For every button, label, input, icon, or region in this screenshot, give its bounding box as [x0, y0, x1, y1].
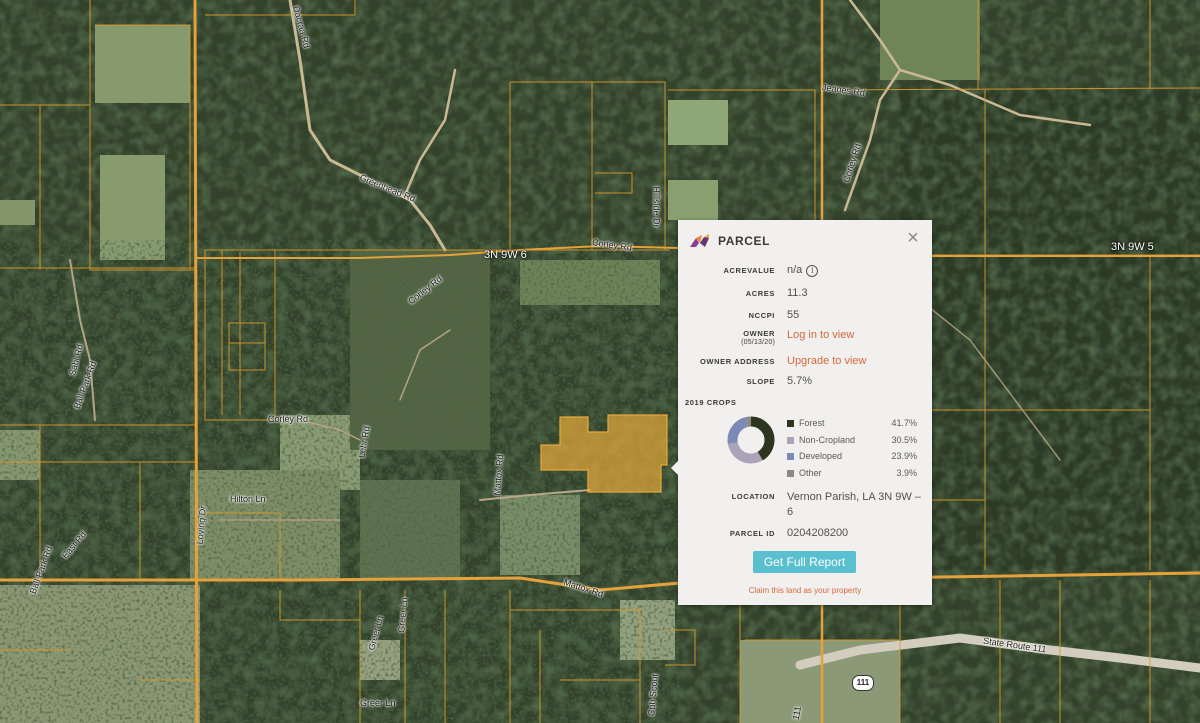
nccpi-label: NCCPI: [748, 311, 775, 320]
get-full-report-button[interactable]: Get Full Report: [753, 551, 856, 573]
parcel-id-label: PARCEL ID: [729, 529, 775, 538]
township-label-west: 3N 9W 6: [484, 249, 527, 261]
owner-label-group: OWNER (05/13/20): [741, 329, 775, 346]
acrevalue-logo-icon: [690, 234, 709, 247]
acres-value: 11.3: [787, 287, 808, 299]
acres-label: ACRES: [745, 289, 775, 298]
route-shield: 111: [852, 675, 874, 691]
legend-item: Non-Cropland 30.5%: [787, 435, 917, 452]
legend-swatch: [787, 436, 794, 444]
legend-label: Forest: [799, 418, 825, 428]
legend-item: Forest 41.7%: [787, 418, 917, 435]
legend-percent: 41.7%: [891, 418, 917, 428]
acrevalue-value: n/a: [787, 264, 803, 276]
satellite-map[interactable]: [0, 0, 1200, 723]
popup-title: PARCEL: [718, 234, 771, 248]
legend-percent: 23.9%: [891, 451, 917, 461]
legend-item: Developed 23.9%: [787, 451, 917, 468]
legend-label: Other: [799, 467, 822, 478]
crops-donut-chart: [727, 416, 775, 464]
legend-label: Non-Cropland: [799, 434, 856, 445]
acrevalue-label: ACREVALUE: [723, 266, 775, 275]
info-icon[interactable]: i: [806, 265, 819, 277]
slope-value: 5.7%: [787, 375, 813, 387]
nccpi-value: 55: [787, 309, 800, 321]
owner-label: OWNER: [743, 329, 775, 338]
owner-address-label: OWNER ADDRESS: [699, 357, 775, 366]
legend-percent: 3.9%: [896, 467, 917, 478]
location-label: LOCATION: [731, 492, 775, 501]
legend-percent: 30.5%: [891, 434, 917, 445]
legend-label: Developed: [799, 451, 843, 461]
close-icon[interactable]: ×: [905, 228, 921, 248]
parcel-id-value: 0204208200: [787, 527, 849, 539]
tree-dots: [0, 240, 680, 723]
owner-address-upgrade-link[interactable]: Upgrade to view: [787, 355, 867, 367]
legend-item: Other 3.9%: [787, 468, 917, 485]
popup-pointer: [671, 461, 678, 475]
legend-swatch: [787, 453, 794, 460]
legend-swatch: [787, 420, 794, 427]
owner-login-link[interactable]: Log in to view: [787, 329, 854, 341]
township-label-east: 3N 9W 5: [1111, 241, 1154, 253]
crops-title: 2019 CROPS: [685, 398, 737, 407]
legend-swatch: [787, 469, 794, 477]
location-value: Vernon Parish, LA 3N 9W – 6: [787, 491, 921, 518]
popup-header: PARCEL: [690, 233, 770, 249]
owner-sublabel: (05/13/20): [741, 339, 775, 346]
parcel-popup: PARCEL × ACREVALUE n/a i ACRES 11.3 NCCPI…: [671, 220, 932, 605]
claim-land-link[interactable]: Claim this land as your property: [678, 586, 932, 595]
slope-label: SLOPE: [746, 377, 775, 386]
crops-legend: Forest 41.7% Non-Cropland 30.5% Developed 23.…: [787, 418, 917, 484]
acrevalue-value-wrap: n/a i: [787, 264, 819, 277]
